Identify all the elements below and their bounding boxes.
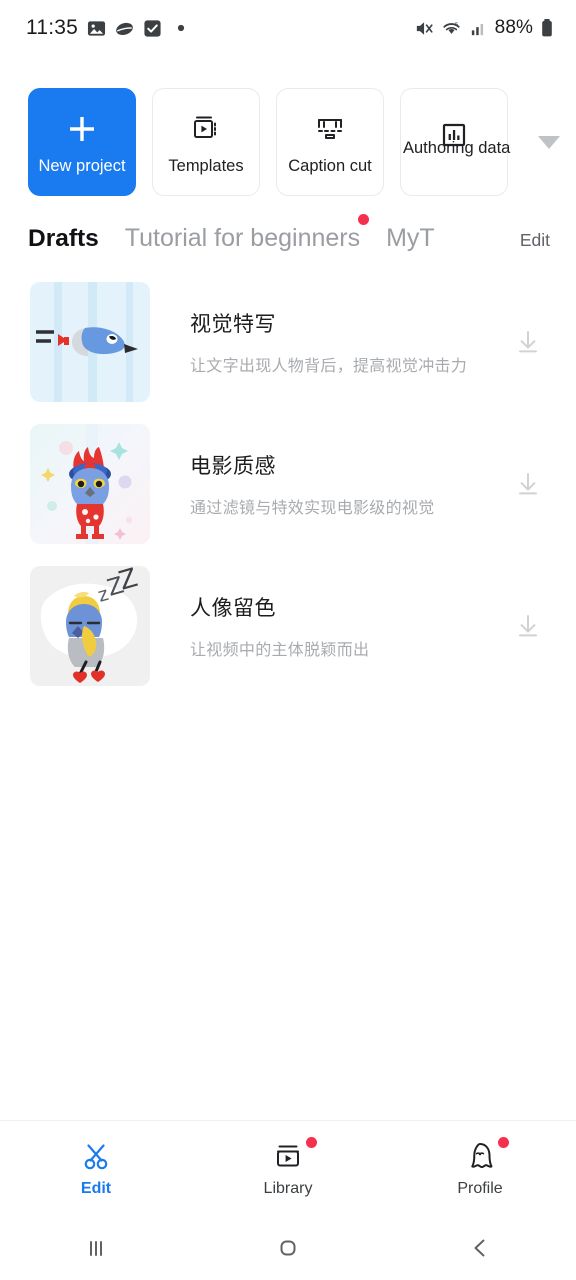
draft-list-item[interactable]: 视觉特写 让文字出现人物背后，提高视觉冲击力 <box>0 271 576 413</box>
recents-icon[interactable] <box>0 1231 192 1265</box>
download-icon[interactable] <box>506 604 550 648</box>
new-project-button[interactable]: New project <box>28 88 136 196</box>
nav-item-library-label: Library <box>263 1179 313 1197</box>
tab-bar: Drafts Tutorial for beginners MyT Edit <box>0 196 576 253</box>
chevron-down-icon[interactable] <box>538 136 560 149</box>
tab-myt[interactable]: MyT <box>386 224 435 253</box>
nav-badge-dot <box>306 1136 317 1148</box>
edit-drafts-button[interactable]: Edit <box>520 230 550 251</box>
new-project-label: New project <box>38 156 126 175</box>
download-icon[interactable] <box>506 320 550 364</box>
tab-drafts[interactable]: Drafts <box>28 225 99 253</box>
status-bar: 11:35 6 88% <box>0 0 576 56</box>
caption-cut-label: Caption cut <box>288 156 372 175</box>
templates-button[interactable]: Templates <box>152 88 260 196</box>
quick-actions-row: New project Templates Caption cut Author… <box>0 56 576 196</box>
scissors-icon <box>80 1139 112 1173</box>
nav-item-profile[interactable]: Profile <box>384 1121 576 1215</box>
bottom-navigation-bar: Edit Library Profile <box>0 1120 576 1215</box>
caption-cut-button[interactable]: Caption cut <box>276 88 384 196</box>
home-icon[interactable] <box>192 1231 384 1265</box>
nav-badge-dot <box>498 1136 509 1148</box>
tab-drafts-label: Drafts <box>28 225 99 252</box>
back-icon[interactable] <box>384 1231 576 1265</box>
status-bar-right: 6 88% <box>413 17 554 39</box>
video-template-icon <box>188 109 224 149</box>
authoring-data-label: Authoring data <box>403 139 511 157</box>
signal-icon <box>469 19 488 38</box>
draft-item-description: 让视频中的主体脱颖而出 <box>190 640 370 659</box>
svg-text:6: 6 <box>454 22 457 28</box>
ghost-avatar-icon <box>464 1136 509 1173</box>
battery-icon <box>540 18 554 38</box>
mute-icon <box>413 19 434 38</box>
checkbox-icon <box>143 19 162 38</box>
battery-percent-label: 88% <box>494 17 533 38</box>
draft-item-text: 电影质感 通过滤镜与特效实现电影级的视觉 <box>150 450 506 518</box>
draft-item-text: 视觉特写 让文字出现人物背后，提高视觉冲击力 <box>150 308 506 376</box>
draft-item-text: 人像留色 让视频中的主体脱颖而出 <box>150 592 506 660</box>
android-system-nav <box>0 1215 576 1280</box>
sleeping-bird-thumbnail: z Z Z <box>30 566 150 686</box>
tab-badge-dot <box>358 214 370 225</box>
nav-item-profile-label: Profile <box>457 1179 503 1197</box>
jester-owl-thumbnail <box>30 424 150 544</box>
status-time: 11:35 <box>26 16 78 39</box>
draft-item-description: 让文字出现人物背后，提高视觉冲击力 <box>190 356 468 375</box>
authoring-data-button[interactable]: Authoring data <box>400 88 510 196</box>
draft-item-title: 电影质感 <box>190 454 276 478</box>
caption-cut-icon <box>312 109 348 149</box>
leaf-icon <box>115 19 134 38</box>
draft-list: 视觉特写 让文字出现人物背后，提高视觉冲击力 电影质感 通过滤镜与特效实现电影级… <box>0 253 576 697</box>
download-icon[interactable] <box>506 462 550 506</box>
draft-item-description: 通过滤镜与特效实现电影级的视觉 <box>190 498 435 517</box>
media-library-icon <box>272 1136 317 1173</box>
nav-item-library[interactable]: Library <box>192 1121 384 1215</box>
tab-myt-label: MyT <box>386 224 435 252</box>
dot-icon <box>177 24 185 32</box>
draft-item-title: 视觉特写 <box>190 312 276 336</box>
draft-list-item[interactable]: 电影质感 通过滤镜与特效实现电影级的视觉 <box>0 413 576 555</box>
plus-icon <box>62 109 102 149</box>
templates-label: Templates <box>168 156 244 175</box>
nav-item-edit-label: Edit <box>80 1179 112 1197</box>
status-bar-left: 11:35 <box>26 16 185 40</box>
tab-tutorial-for-beginners[interactable]: Tutorial for beginners <box>124 214 370 253</box>
nav-item-edit[interactable]: Edit <box>0 1121 192 1215</box>
photos-icon <box>87 19 106 38</box>
draft-item-title: 人像留色 <box>190 596 276 620</box>
draft-list-item[interactable]: z Z Z 人像留色 让视频中的主体脱颖而出 <box>0 555 576 697</box>
flying-bird-thumbnail <box>30 282 150 402</box>
wifi-icon: 6 <box>441 19 462 38</box>
tab-tutorial-label: Tutorial for beginners <box>124 224 361 252</box>
